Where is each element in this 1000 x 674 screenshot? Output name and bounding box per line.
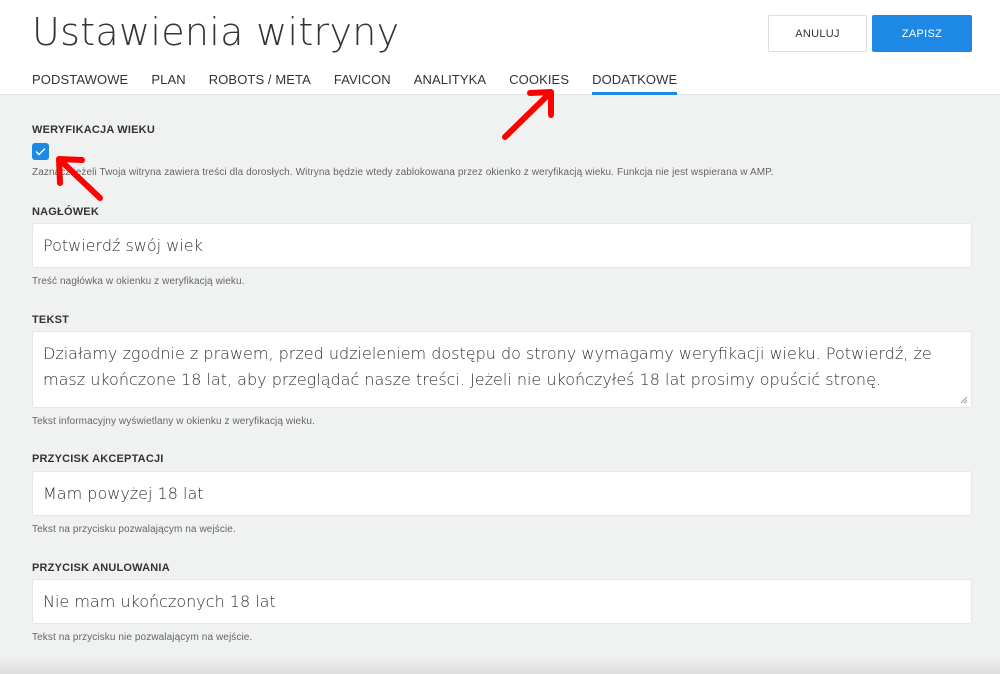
page-title: Ustawienia witryny (32, 10, 400, 54)
resize-handle-icon[interactable] (959, 395, 968, 404)
age-verification-label: WERYFIKACJA WIEKU (32, 124, 155, 136)
heading-field-label: NAGŁÓWEK (32, 206, 99, 218)
tab-plan[interactable]: PLAN (151, 72, 185, 95)
text-textarea-value: Działamy zgodnie z prawem, przed udziele… (43, 344, 932, 389)
tab-dodatkowe[interactable]: DODATKOWE (592, 72, 678, 95)
page-header: Ustawienia witryny ANULUJ ZAPISZ PODSTAW… (0, 0, 1000, 95)
age-verification-help: Zaznacz jeżeli Twoja witryna zawiera tre… (32, 167, 774, 178)
accept-button-field-help: Tekst na przycisku pozwalającym na wejśc… (32, 524, 236, 535)
save-button[interactable]: ZAPISZ (872, 15, 972, 52)
accept-button-input[interactable]: Mam powyżej 18 lat (32, 471, 972, 516)
tab-podstawowe[interactable]: PODSTAWOWE (32, 72, 128, 95)
cancel-button-field-help: Tekst na przycisku nie pozwalającym na w… (32, 632, 253, 643)
accept-button-field-label: PRZYCISK AKCEPTACJI (32, 453, 164, 465)
text-field-label: TEKST (32, 314, 70, 326)
tab-robots-meta[interactable]: ROBOTS / META (209, 72, 311, 95)
age-verification-checkbox[interactable] (32, 143, 49, 160)
heading-field-help: Treść nagłówka w okienku z weryfikacją w… (32, 276, 245, 287)
settings-tabs: PODSTAWOWE PLAN ROBOTS / META FAVICON AN… (32, 72, 700, 95)
tab-favicon[interactable]: FAVICON (334, 72, 391, 95)
text-textarea[interactable]: Działamy zgodnie z prawem, przed udziele… (32, 331, 972, 408)
text-field-help: Tekst informacyjny wyświetlany w okienku… (32, 416, 315, 427)
cancel-button[interactable]: ANULUJ (768, 15, 867, 52)
tab-analityka[interactable]: ANALITYKA (414, 72, 486, 95)
cancel-button-field-label: PRZYCISK ANULOWANIA (32, 562, 170, 574)
heading-input[interactable]: Potwierdź swój wiek (32, 223, 972, 268)
tab-cookies[interactable]: COOKIES (509, 72, 569, 95)
checkmark-icon (35, 148, 46, 156)
cancel-button-input[interactable]: Nie mam ukończonych 18 lat (32, 579, 972, 624)
bottom-shadow (0, 655, 1000, 674)
